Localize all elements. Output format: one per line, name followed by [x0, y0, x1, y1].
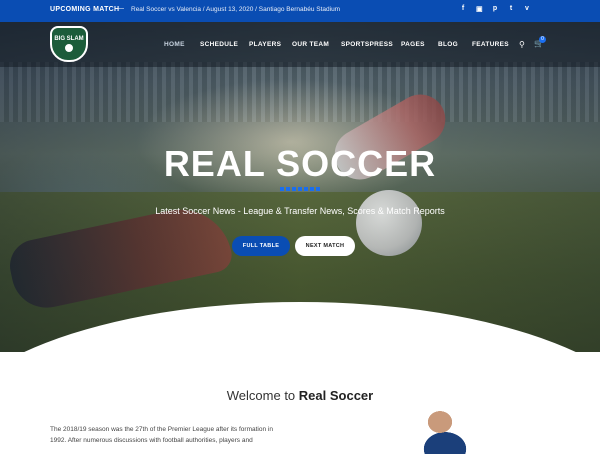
nav-item-pages[interactable]: PAGES	[401, 41, 425, 48]
hero-divider	[280, 187, 320, 191]
welcome-brand: Real Soccer	[298, 388, 374, 403]
welcome-heading: Welcome to Real Soccer	[0, 388, 600, 403]
hero-title: REAL SOCCER	[163, 143, 437, 184]
cart-count-badge: 0	[539, 36, 546, 43]
site-logo[interactable]: BIG SLAM	[50, 26, 88, 62]
divider-dot	[316, 187, 320, 191]
search-icon[interactable]: ⚲	[519, 40, 525, 49]
nav-item-schedule[interactable]: SCHEDULE	[200, 41, 238, 48]
nav-item-sportspress[interactable]: SPORTSPRESS	[341, 41, 393, 48]
divider-dot	[292, 187, 296, 191]
divider-dot	[310, 187, 314, 191]
full-table-button[interactable]: FULL TABLE	[232, 236, 290, 256]
facebook-icon[interactable]: f	[460, 5, 466, 13]
twitter-icon[interactable]: t	[508, 5, 514, 13]
flickr-icon[interactable]: ▣	[476, 5, 483, 13]
logo-ball-icon	[64, 42, 74, 53]
nav-item-players[interactable]: PLAYERS	[249, 41, 281, 48]
separator: —	[117, 5, 124, 12]
divider-dot	[298, 187, 302, 191]
nav-item-features[interactable]: FEATURES	[472, 41, 509, 48]
pinterest-icon[interactable]: p	[492, 5, 498, 13]
vimeo-icon[interactable]: v	[524, 5, 530, 13]
social-links: f ▣ p t v	[460, 5, 530, 13]
welcome-paragraph: The 2018/19 season was the 27th of the P…	[50, 426, 273, 444]
nav-item-blog[interactable]: BLOG	[438, 41, 458, 48]
upcoming-match-info[interactable]: Real Soccer vs Valencia / August 13, 202…	[131, 6, 340, 13]
divider-dot	[304, 187, 308, 191]
nav-item-home[interactable]: HOME	[164, 41, 185, 48]
logo-text: BIG SLAM	[54, 35, 84, 42]
nav-item-our-team[interactable]: OUR TEAM	[292, 41, 329, 48]
top-bar: UPCOMING MATCH — Real Soccer vs Valencia…	[0, 0, 600, 22]
hero-subtitle: Latest Soccer News - League & Transfer N…	[155, 206, 445, 216]
next-match-button[interactable]: NEXT MATCH	[295, 236, 355, 256]
welcome-prefix: Welcome to	[226, 388, 299, 403]
divider-dot	[286, 187, 290, 191]
divider-dot	[280, 187, 284, 191]
upcoming-match-label: UPCOMING MATCH	[50, 6, 120, 13]
player-photo	[415, 404, 485, 454]
